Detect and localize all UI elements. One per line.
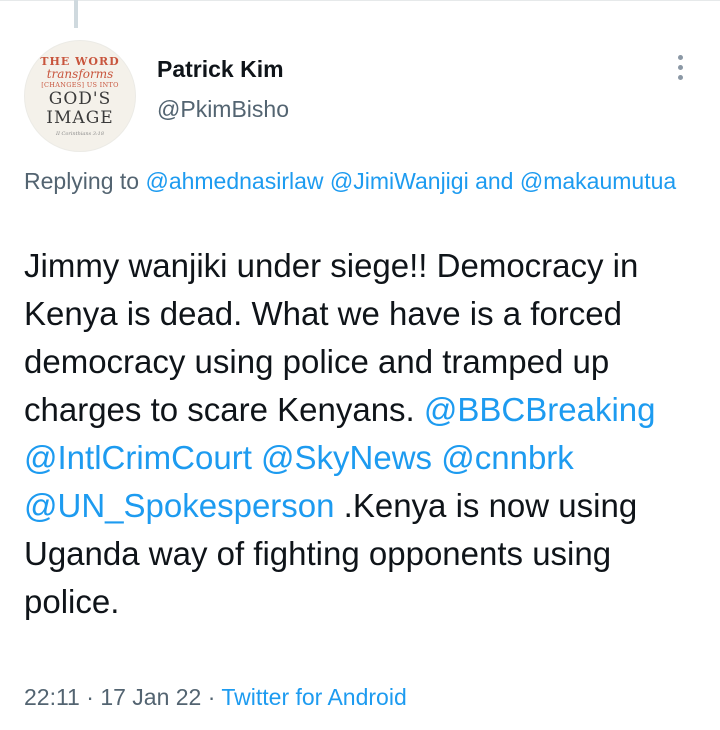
tweet-time[interactable]: 22:11 — [24, 684, 80, 710]
tweet-text: Jimmy wanjiki under siege!! Democracy in… — [24, 242, 704, 626]
mention-makaumutua[interactable]: @makaumutua — [520, 168, 676, 194]
more-dot — [677, 54, 683, 60]
mention-jimiwanjigi[interactable]: @JimiWanjigi — [330, 168, 469, 194]
replying-prefix: Replying to — [24, 168, 146, 194]
mention-cnnbrk[interactable]: @cnnbrk — [441, 439, 574, 476]
tweet-source[interactable]: Twitter for Android — [221, 684, 406, 710]
more-dot — [677, 64, 683, 70]
mention-bbcbreaking[interactable]: @BBCBreaking — [424, 391, 656, 428]
display-name[interactable]: Patrick Kim — [157, 56, 284, 83]
replying-to: Replying to @ahmednasirlaw @JimiWanjigi … — [24, 164, 704, 198]
mention-ahmednasirlaw[interactable]: @ahmednasirlaw — [145, 168, 323, 194]
avatar-text-5: IMAGE — [46, 107, 114, 128]
replying-and: and — [468, 168, 514, 194]
user-handle[interactable]: @PkimBisho — [157, 96, 289, 123]
avatar-text-2: transforms — [46, 66, 114, 81]
mention-intlcrimcourt[interactable]: @IntlCrimCourt — [24, 439, 252, 476]
more-dot — [677, 74, 683, 80]
avatar-text-6: II Corinthians 3:18 — [56, 130, 104, 137]
meta-separator: · — [79, 684, 101, 710]
avatar-text-1: THE WORD — [40, 54, 120, 68]
avatar-text-4: GOD'S — [48, 88, 112, 109]
tweet-date[interactable]: 17 Jan 22 — [100, 684, 201, 710]
avatar[interactable]: THE WORD transforms [CHANGES] US INTO GO… — [24, 40, 136, 152]
more-vertical-icon[interactable] — [666, 50, 694, 84]
mention-un-spokesperson[interactable]: @UN_Spokesperson — [24, 487, 335, 524]
tweet: THE WORD transforms [CHANGES] US INTO GO… — [0, 0, 720, 730]
mention-skynews[interactable]: @SkyNews — [261, 439, 432, 476]
tweet-meta: 22:11 · 17 Jan 22 · Twitter for Android — [24, 684, 407, 711]
meta-separator: · — [201, 684, 222, 710]
